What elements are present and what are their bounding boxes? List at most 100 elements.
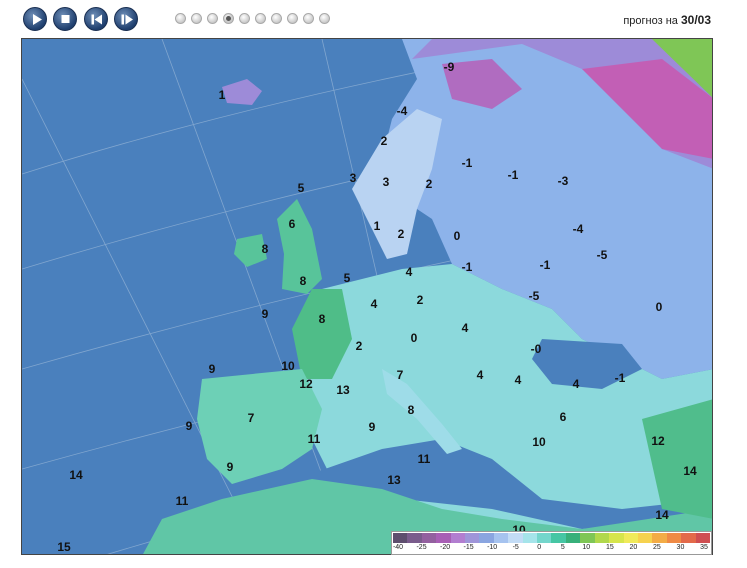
temperature-label: -1: [614, 371, 626, 385]
stop-button[interactable]: [53, 7, 77, 31]
temperature-label: 9: [368, 420, 376, 434]
temperature-label: 9: [226, 460, 234, 474]
forecast-label: прогноз на: [623, 15, 678, 27]
frame-dot[interactable]: [255, 13, 266, 24]
legend-swatch: [436, 533, 451, 543]
temperature-label: 15: [57, 540, 71, 554]
legend-tick-label: 0: [537, 544, 542, 551]
temperature-label: 9: [208, 362, 216, 376]
temperature-label: -1: [461, 260, 473, 274]
temperature-label: 3: [382, 175, 390, 189]
forecast-date: прогноз на 30/03: [623, 13, 711, 27]
temperature-label: 8: [407, 403, 415, 417]
frame-dot[interactable]: [223, 13, 234, 24]
legend-swatch: [652, 533, 667, 543]
temperature-label: 0: [655, 300, 663, 314]
temperature-label: 9: [261, 307, 269, 321]
legend-swatch: [465, 533, 480, 543]
frame-dot[interactable]: [319, 13, 330, 24]
legend-swatch: [493, 533, 509, 543]
step-back-icon: [91, 14, 102, 25]
temperature-label: -3: [557, 174, 569, 188]
temperature-label: 5: [297, 181, 305, 195]
legend-tick-label: -25: [416, 544, 427, 551]
legend-swatch: [565, 533, 581, 543]
temperature-label: 0: [453, 229, 461, 243]
temperature-label: 1: [373, 219, 381, 233]
frame-dot[interactable]: [271, 13, 282, 24]
legend-tick-label: -40: [392, 544, 404, 551]
legend-swatch: [637, 533, 653, 543]
temperature-label: 4: [572, 377, 580, 391]
map-canvas: [22, 39, 712, 554]
legend-tick-label: 10: [582, 544, 591, 551]
play-icon: [33, 14, 42, 25]
temperature-label: 8: [299, 274, 307, 288]
legend-swatch: [681, 533, 696, 543]
frame-dot[interactable]: [191, 13, 202, 24]
temperature-label: 4: [370, 297, 378, 311]
legend-colorbar: [393, 533, 710, 543]
frame-dot[interactable]: [303, 13, 314, 24]
step-forward-icon: [121, 14, 133, 25]
frame-dot[interactable]: [287, 13, 298, 24]
legend-tick-label: -15: [463, 544, 474, 551]
frame-dot[interactable]: [175, 13, 186, 24]
legend-swatch: [537, 533, 552, 543]
legend-tick-label: 35: [700, 544, 708, 551]
temperature-legend: -40 -25 -20 -15 -10 -5 0 5 10 15 20 25 30 35: [391, 531, 712, 555]
temperature-label: 14: [69, 468, 83, 482]
temperature-label: 4: [514, 373, 522, 387]
temperature-label: -4: [572, 222, 584, 236]
legend-tick-label: -10: [487, 544, 498, 551]
temperature-label: 8: [261, 242, 269, 256]
stop-icon: [61, 15, 70, 23]
frame-dot[interactable]: [207, 13, 218, 24]
legend-ticks: -40 -25 -20 -15 -10 -5 0 5 10 15 20 25 30 35: [392, 544, 711, 554]
legend-swatch: [609, 533, 624, 543]
temperature-label: -0: [530, 342, 542, 356]
temperature-label: 10: [532, 435, 546, 449]
legend-tick-label: -5: [512, 544, 519, 551]
legend-swatch: [421, 533, 437, 543]
temperature-label: 5: [343, 271, 351, 285]
player-toolbar: прогноз на 30/03: [0, 0, 747, 38]
temperature-label: -5: [528, 289, 540, 303]
weather-map: 1 -9 -4 2 5 3 3 2 -1 -1 -3 6 1 2 0 8 -4 -5 4 -1 -1 8 5 2 -5 4 9 8 0 4…: [21, 38, 713, 555]
temperature-label: 6: [559, 410, 567, 424]
temperature-label: 4: [461, 321, 469, 335]
temperature-label: 13: [336, 383, 350, 397]
temperature-label: -4: [396, 104, 408, 118]
frame-dot[interactable]: [239, 13, 250, 24]
legend-swatch: [695, 533, 710, 543]
temperature-label: 14: [683, 464, 697, 478]
temperature-label: 3: [349, 171, 357, 185]
legend-swatch: [666, 533, 682, 543]
temperature-label: 4: [405, 265, 413, 279]
legend-swatch: [580, 533, 595, 543]
legend-tick-label: 5: [560, 544, 565, 551]
temperature-label: 9: [185, 419, 193, 433]
legend-swatch: [407, 533, 422, 543]
legend-swatch: [450, 533, 466, 543]
step-back-button[interactable]: [84, 7, 108, 31]
temperature-label: -1: [539, 258, 551, 272]
temperature-label: 11: [175, 494, 189, 508]
temperature-label: 0: [410, 331, 418, 345]
legend-swatch: [479, 533, 494, 543]
temperature-label: 2: [425, 177, 433, 191]
legend-tick-label: 25: [653, 544, 661, 551]
legend-swatch: [522, 533, 538, 543]
temperature-label: 14: [655, 508, 669, 522]
legend-tick-label: 30: [676, 544, 685, 551]
temperature-label: 2: [397, 227, 405, 241]
legend-swatch: [508, 533, 523, 543]
temperature-label: 12: [299, 377, 313, 391]
play-button[interactable]: [23, 7, 47, 31]
temperature-label: 2: [355, 339, 363, 353]
temperature-label: 6: [288, 217, 296, 231]
temperature-label: 8: [318, 312, 326, 326]
step-forward-button[interactable]: [114, 7, 138, 31]
temperature-label: -1: [461, 156, 473, 170]
temperature-label: -9: [443, 60, 455, 74]
